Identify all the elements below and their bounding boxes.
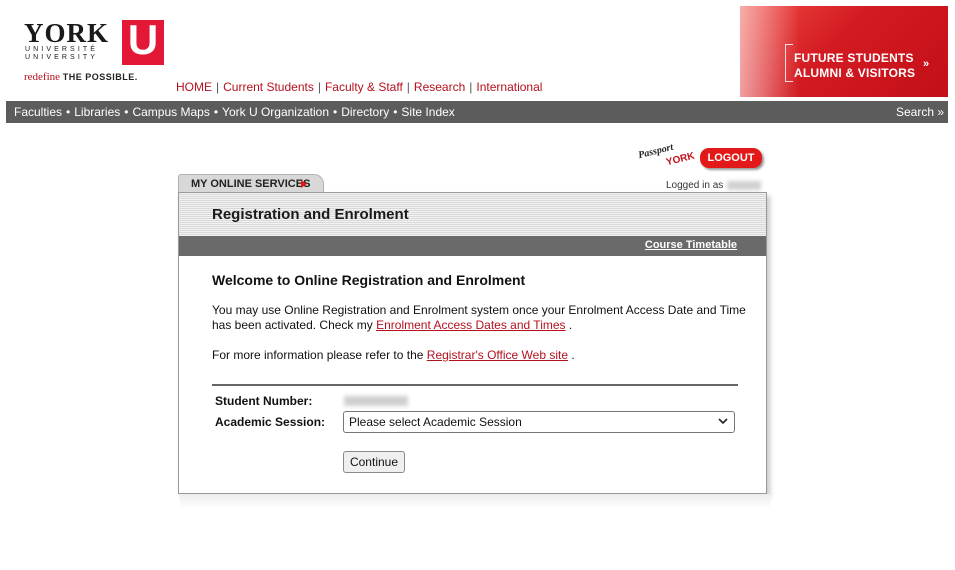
- logo-york-text: YORK: [24, 18, 109, 48]
- welcome-heading: Welcome to Online Registration and Enrol…: [212, 272, 526, 288]
- nav-faculty-staff[interactable]: Faculty & Staff: [325, 80, 403, 94]
- banner-line-future-students: FUTURE STUDENTS: [794, 51, 914, 65]
- nav-home[interactable]: HOME: [176, 80, 212, 94]
- logged-in-label: Logged in as: [666, 180, 724, 191]
- nav-separator: |: [317, 80, 321, 94]
- more-info-paragraph: For more information please refer to the…: [212, 348, 752, 363]
- access-info-period: .: [568, 318, 573, 332]
- york-university-logo[interactable]: YORK UNIVERSITÉ UNIVERSITY U redefine TH…: [22, 16, 167, 86]
- nav-bullet: •: [333, 105, 338, 119]
- nav-separator: |: [216, 80, 220, 94]
- student-number-label: Student Number:: [215, 394, 313, 408]
- nav-separator: |: [406, 80, 410, 94]
- academic-session-selected-value: Please select Academic Session: [349, 415, 522, 429]
- registration-panel: Registration and Enrolment Course Timeta…: [178, 192, 767, 494]
- nav-site-index[interactable]: Site Index: [401, 105, 454, 119]
- more-info-period: .: [571, 348, 575, 362]
- banner-bracket: [785, 44, 793, 82]
- logo-university-text: UNIVERSITÉ UNIVERSITY: [25, 46, 99, 61]
- nav-research[interactable]: Research: [414, 80, 465, 94]
- secondary-navigation-bar: Faculties • Libraries • Campus Maps • York U O…: [6, 101, 948, 123]
- course-timetable-link[interactable]: Course Timetable: [645, 239, 737, 251]
- logo-u-box: U: [122, 16, 164, 65]
- my-online-services-tab[interactable]: MY ONLINE SERVICES: [178, 174, 324, 193]
- nav-bullet: •: [213, 105, 219, 119]
- enrolment-access-dates-link[interactable]: Enrolment Access Dates and Times: [376, 318, 565, 332]
- student-number-value-redacted: [344, 396, 408, 406]
- panel-reflection: [180, 494, 770, 508]
- academic-session-label: Academic Session:: [215, 415, 326, 429]
- nav-separator: |: [469, 80, 473, 94]
- nav-directory[interactable]: Directory: [341, 105, 389, 119]
- page-title: Registration and Enrolment: [212, 206, 409, 223]
- future-students-banner[interactable]: FUTURE STUDENTS ALUMNI & VISITORS »: [740, 6, 948, 97]
- nav-faculties[interactable]: Faculties: [14, 105, 62, 119]
- redacted-username: [727, 180, 762, 190]
- academic-session-select[interactable]: Please select Academic Session: [343, 411, 735, 433]
- access-info-paragraph: You may use Online Registration and Enro…: [212, 303, 752, 333]
- chevron-down-icon: [718, 418, 728, 425]
- nav-campus-maps[interactable]: Campus Maps: [132, 105, 209, 119]
- top-navigation: HOME | Current Students | Faculty & Staff | Re…: [176, 80, 542, 94]
- nav-international[interactable]: International: [476, 80, 542, 94]
- secondary-nav-links: Faculties • Libraries • Campus Maps • York U O…: [14, 105, 455, 119]
- nav-libraries[interactable]: Libraries: [74, 105, 120, 119]
- triangle-right-icon: [301, 180, 307, 188]
- passport-york-logo: Passport YORK: [636, 140, 700, 172]
- banner-line-alumni-visitors: ALUMNI & VISITORS: [794, 66, 916, 80]
- double-chevron-icon: »: [923, 58, 930, 70]
- registrars-office-link[interactable]: Registrar's Office Web site: [427, 348, 568, 362]
- logout-button[interactable]: LOGOUT: [700, 148, 762, 168]
- logged-in-status: Logged in as: [666, 180, 762, 191]
- search-link[interactable]: Search »: [896, 105, 944, 119]
- nav-bullet: •: [124, 105, 129, 119]
- site-header: YORK UNIVERSITÉ UNIVERSITY U redefine TH…: [0, 0, 955, 100]
- nav-bullet: •: [66, 105, 71, 119]
- logo-tagline: redefine THE POSSIBLE.: [24, 71, 138, 83]
- nav-bullet: •: [393, 105, 398, 119]
- section-divider: [212, 384, 738, 386]
- more-info-text: For more information please refer to the: [212, 348, 424, 362]
- nav-current-students[interactable]: Current Students: [223, 80, 314, 94]
- panel-header: Registration and Enrolment: [179, 193, 766, 236]
- continue-button[interactable]: Continue: [343, 451, 405, 473]
- nav-york-u-organization[interactable]: York U Organization: [222, 105, 329, 119]
- panel-subheader-bar: Course Timetable: [179, 236, 766, 256]
- tab-label: MY ONLINE SERVICES: [191, 178, 311, 190]
